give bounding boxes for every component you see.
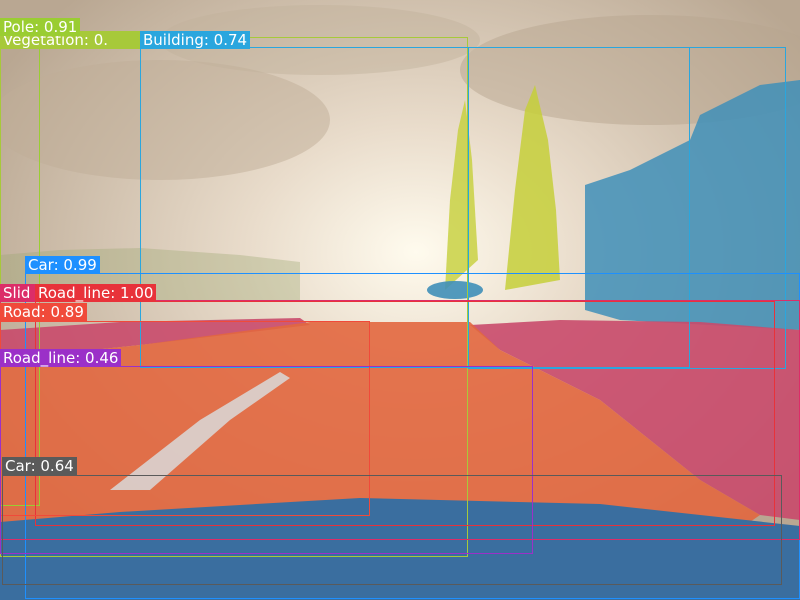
road-line-2-label: Road_line: 0.46 xyxy=(0,349,122,367)
car-segment xyxy=(427,281,483,299)
car-1-label: Car: 0.99 xyxy=(25,256,100,274)
road-label: Road: 0.89 xyxy=(0,303,87,321)
cloud xyxy=(0,60,330,180)
building-label: Building: 0.74 xyxy=(140,31,251,49)
sidewalk-label: Slid xyxy=(0,284,36,302)
pole-label: Pole: 0.91 xyxy=(0,18,81,36)
car-hood-segment xyxy=(0,498,800,600)
car-2-label: Car: 0.64 xyxy=(2,457,77,475)
road-line-1-label: Road_line: 1.00 xyxy=(35,284,157,302)
